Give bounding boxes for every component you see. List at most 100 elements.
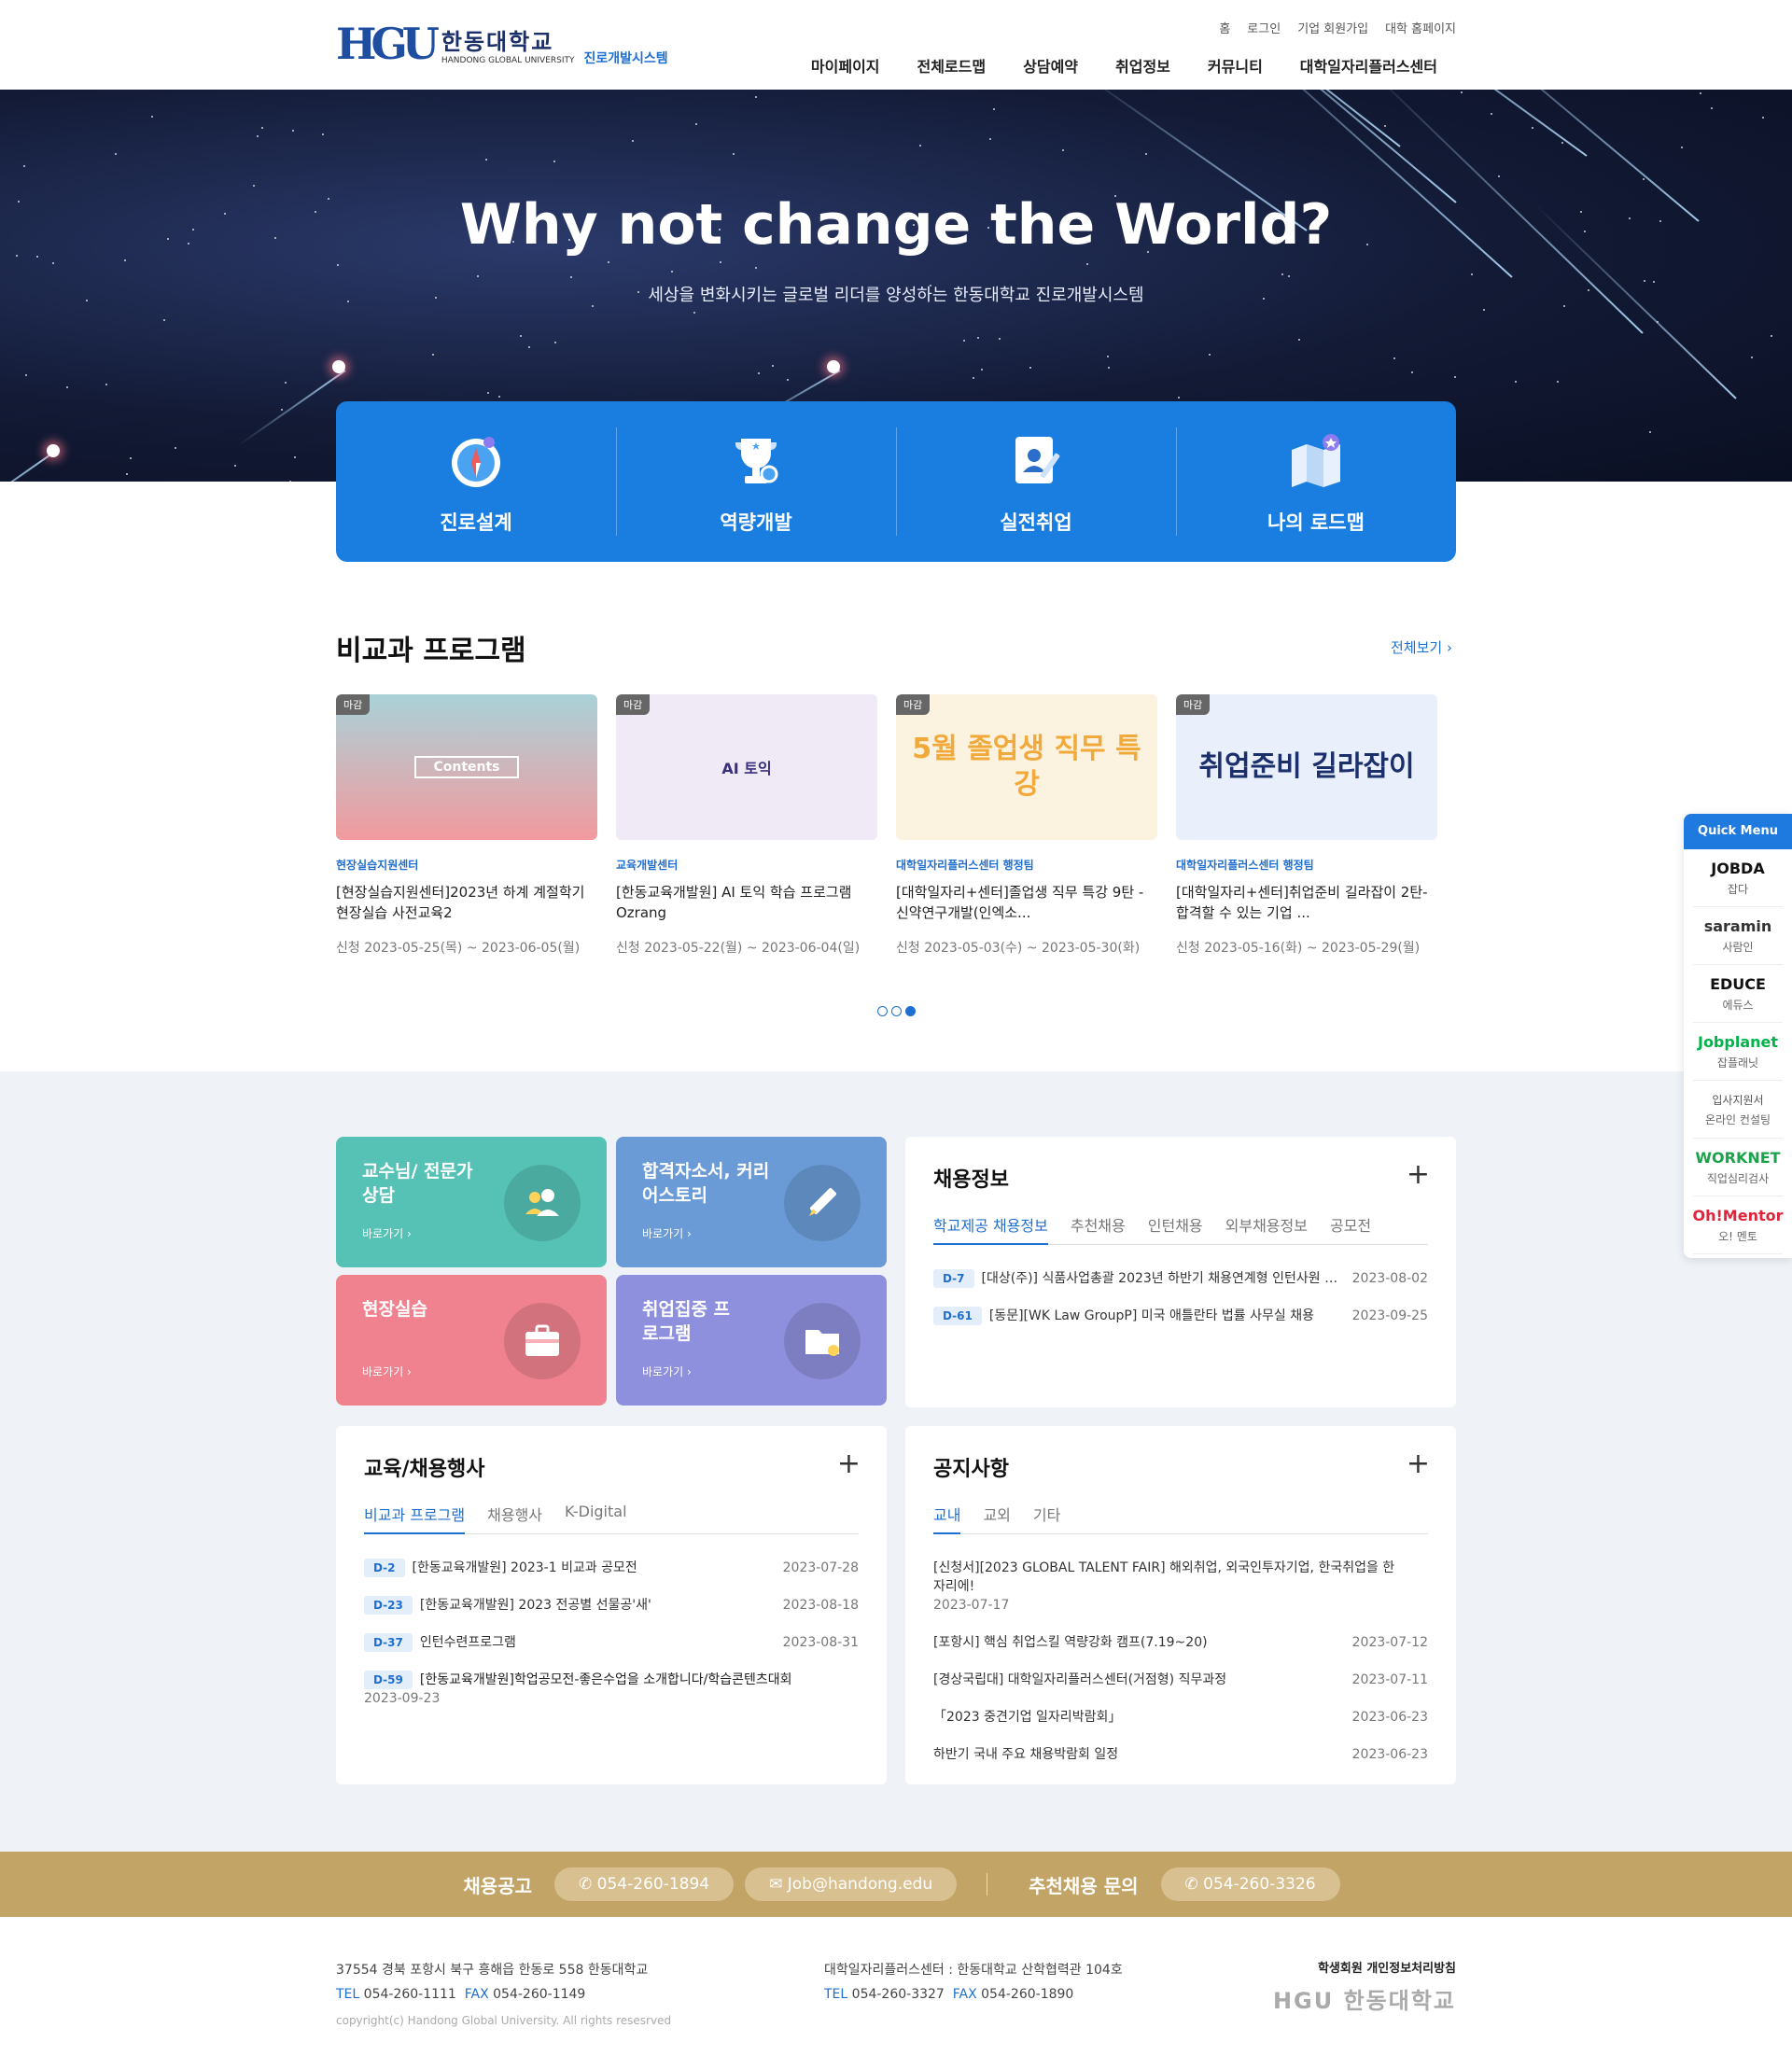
- program-category: 교육개발센터: [616, 857, 877, 873]
- thumbnail-text: AI 토익: [721, 756, 771, 778]
- list-item[interactable]: D-2 [한동교육개발원] 2023-1 비교과 공모전 2023-07-28: [364, 1549, 859, 1587]
- star-dot: [973, 377, 974, 379]
- gnb-counsel[interactable]: 상담예약: [1023, 54, 1078, 77]
- quick-menu-sub: 잡다: [1728, 881, 1748, 897]
- star-dot: [253, 185, 255, 187]
- list-item[interactable]: D-37 인턴수련프로그램 2023-08-31: [364, 1624, 859, 1661]
- carousel-dot-active[interactable]: [905, 1006, 916, 1016]
- list-item[interactable]: [경상국립대] 대학일자리플러스센터(거점형) 직무과정 2023-07-11: [933, 1661, 1428, 1699]
- star-dot: [1561, 142, 1563, 144]
- topnav-home[interactable]: 홈: [1219, 19, 1230, 36]
- star-dot: [1178, 397, 1180, 399]
- carousel-dot[interactable]: [877, 1006, 888, 1016]
- gnb-mypage[interactable]: 마이페이지: [811, 54, 880, 77]
- programs-more-link[interactable]: 전체보기 ›: [1391, 637, 1452, 657]
- star-dot: [755, 96, 757, 98]
- quick-menu-item[interactable]: EDUCE 에듀스: [1693, 965, 1783, 1023]
- tab-k-digital[interactable]: K-Digital: [565, 1503, 626, 1533]
- star-dot: [432, 354, 434, 356]
- tab-other[interactable]: 기타: [1033, 1503, 1060, 1533]
- gnb-jobs[interactable]: 취업정보: [1115, 54, 1170, 77]
- star-dot: [1681, 147, 1683, 148]
- star-dot: [755, 267, 757, 269]
- tile-job-focus[interactable]: 취업집중 프로그램 바로가기 ›: [616, 1275, 887, 1406]
- email-address: Job@handong.edu: [788, 1875, 932, 1894]
- tab-contest[interactable]: 공모전: [1330, 1213, 1371, 1244]
- program-category: 대학일자리플러스센터 행정팀: [896, 857, 1157, 873]
- plus-icon[interactable]: +: [1407, 1450, 1430, 1478]
- star-dot: [105, 384, 107, 385]
- list-item[interactable]: D-23 [한동교육개발원] 2023 전공별 선물공'새' 2023-08-1…: [364, 1587, 859, 1624]
- carousel-dot[interactable]: [891, 1006, 902, 1016]
- star-dot: [695, 123, 697, 125]
- star-dot: [126, 473, 128, 475]
- dday-badge: D-2: [364, 1559, 405, 1577]
- tab-recruit-events[interactable]: 채용행사: [487, 1503, 542, 1533]
- star-dot: [1281, 273, 1283, 275]
- program-title: [대학일자리+센터]졸업생 직무 특강 9탄 - 신약연구개발(인엑소...: [896, 882, 1157, 923]
- thumbnail-text: 취업준비 길라잡이: [1187, 749, 1425, 785]
- quick-menu-item[interactable]: Oh!Mentor 오! 멘토: [1693, 1196, 1783, 1254]
- fax-number: 054-260-1149: [493, 1987, 585, 2002]
- topnav-login[interactable]: 로그인: [1247, 19, 1281, 36]
- gnb-job-center[interactable]: 대학일자리플러스센터: [1300, 54, 1437, 77]
- tile-go-link: 바로가기 ›: [642, 1364, 692, 1379]
- star-dot: [23, 165, 25, 167]
- quick-competency[interactable]: 역량개발: [616, 401, 896, 562]
- program-card[interactable]: 마감 Contents 현장실습지원센터 [현장실습지원센터]2023년 하계 …: [336, 694, 597, 957]
- tel-label: TEL: [824, 1987, 847, 2002]
- tile-career-story[interactable]: 합격자소서, 커리어스토리 바로가기 ›: [616, 1137, 887, 1267]
- star-dot: [1771, 335, 1772, 337]
- gnb-roadmap[interactable]: 전체로드맵: [917, 54, 987, 77]
- tile-field-practice[interactable]: 현장실습 바로가기 ›: [336, 1275, 607, 1406]
- consult-icon: [504, 1165, 581, 1241]
- list-item[interactable]: 하반기 국내 주요 채용박람회 일정 2023-06-23: [933, 1736, 1428, 1773]
- list-item[interactable]: D-61 [동문][WK Law GroupP] 미국 애틀란타 법률 사무실 …: [933, 1297, 1428, 1335]
- quick-menu-item[interactable]: Jobplanet 잡플래닛: [1693, 1023, 1783, 1081]
- quick-menu-item[interactable]: WORKNET 직업심리검사: [1693, 1139, 1783, 1196]
- recommend-phone[interactable]: ✆ 054-260-3326: [1161, 1867, 1340, 1901]
- recruit-phone[interactable]: ✆ 054-260-1894: [554, 1867, 734, 1901]
- quick-menu-item[interactable]: saramin 사람인: [1693, 907, 1783, 965]
- tile-consult[interactable]: 교수님/ 전문가 상담 바로가기 ›: [336, 1137, 607, 1267]
- star-dot: [772, 365, 774, 367]
- tel-number: 054-260-3327: [852, 1987, 945, 2002]
- tab-on-campus[interactable]: 교내: [933, 1503, 960, 1534]
- recruit-email[interactable]: ✉ Job@handong.edu: [745, 1867, 957, 1901]
- tab-school-jobs[interactable]: 학교제공 채용정보: [933, 1213, 1048, 1245]
- tab-intern[interactable]: 인턴채용: [1148, 1213, 1203, 1244]
- topnav-company-signup[interactable]: 기업 회원가입: [1297, 19, 1368, 36]
- list-item[interactable]: D-59 [한동교육개발원]학업공모전-좋은수업을 소개합니다/학습콘텐츠대회 …: [364, 1661, 859, 1717]
- site-logo[interactable]: HGU 한동대학교 HANDONG GLOBAL UNIVERSITY 진로개발…: [336, 19, 668, 69]
- tab-external[interactable]: 외부채용정보: [1225, 1213, 1308, 1244]
- quick-job-practice[interactable]: 실전취업: [896, 401, 1176, 562]
- tab-programs[interactable]: 비교과 프로그램: [364, 1503, 465, 1534]
- star-dot: [554, 342, 556, 343]
- plus-icon[interactable]: +: [1407, 1161, 1430, 1189]
- quick-career-design[interactable]: 진로설계: [336, 401, 616, 562]
- tab-recommended[interactable]: 추천채용: [1071, 1213, 1126, 1244]
- tab-off-campus[interactable]: 교외: [983, 1503, 1010, 1533]
- topnav-university-home[interactable]: 대학 홈페이지: [1385, 19, 1456, 36]
- closed-badge: 마감: [336, 694, 370, 715]
- tile-go-link: 바로가기 ›: [642, 1225, 692, 1241]
- program-card[interactable]: 마감 5월 졸업생 직무 특강 대학일자리플러스센터 행정팀 [대학일자리+센터…: [896, 694, 1157, 957]
- star-dot: [1762, 117, 1764, 119]
- quick-my-roadmap[interactable]: 나의 로드맵: [1176, 401, 1456, 562]
- quick-menu-item[interactable]: 입사지원서 온라인 컨설팅: [1693, 1081, 1783, 1139]
- fax-number: 054-260-1890: [981, 1987, 1073, 2002]
- program-card[interactable]: 마감 취업준비 길라잡이 대학일자리플러스센터 행정팀 [대학일자리+센터]취업…: [1176, 694, 1437, 957]
- site-footer: 37554 경북 포항시 북구 흥해읍 한동로 558 한동대학교 TEL 05…: [0, 1917, 1792, 2070]
- quick-menu-item[interactable]: JOBDA 잡다: [1693, 849, 1783, 907]
- privacy-policy-link[interactable]: 학생회원 개인정보처리방침: [1318, 1958, 1456, 1976]
- list-item[interactable]: D-7 [대상(주)] 식품사업총괄 2023년 하반기 채용연계형 인턴사원 …: [933, 1260, 1428, 1297]
- plus-icon[interactable]: +: [837, 1450, 861, 1478]
- map-icon: [1282, 427, 1350, 495]
- list-item[interactable]: [신청서][2023 GLOBAL TALENT FAIR] 해외취업, 외국인…: [933, 1549, 1428, 1624]
- star-dot: [281, 409, 283, 411]
- gnb-community[interactable]: 커뮤니티: [1208, 54, 1263, 77]
- list-item[interactable]: [포항시] 핵심 취업스킬 역량강화 캠프(7.19~20) 2023-07-1…: [933, 1624, 1428, 1661]
- program-card[interactable]: 마감 AI 토익 교육개발센터 [한동교육개발원] AI 토익 학습 프로그램 …: [616, 694, 877, 957]
- list-item[interactable]: 「2023 중견기업 일자리박람회」 2023-06-23: [933, 1699, 1428, 1736]
- star-dot: [124, 259, 126, 261]
